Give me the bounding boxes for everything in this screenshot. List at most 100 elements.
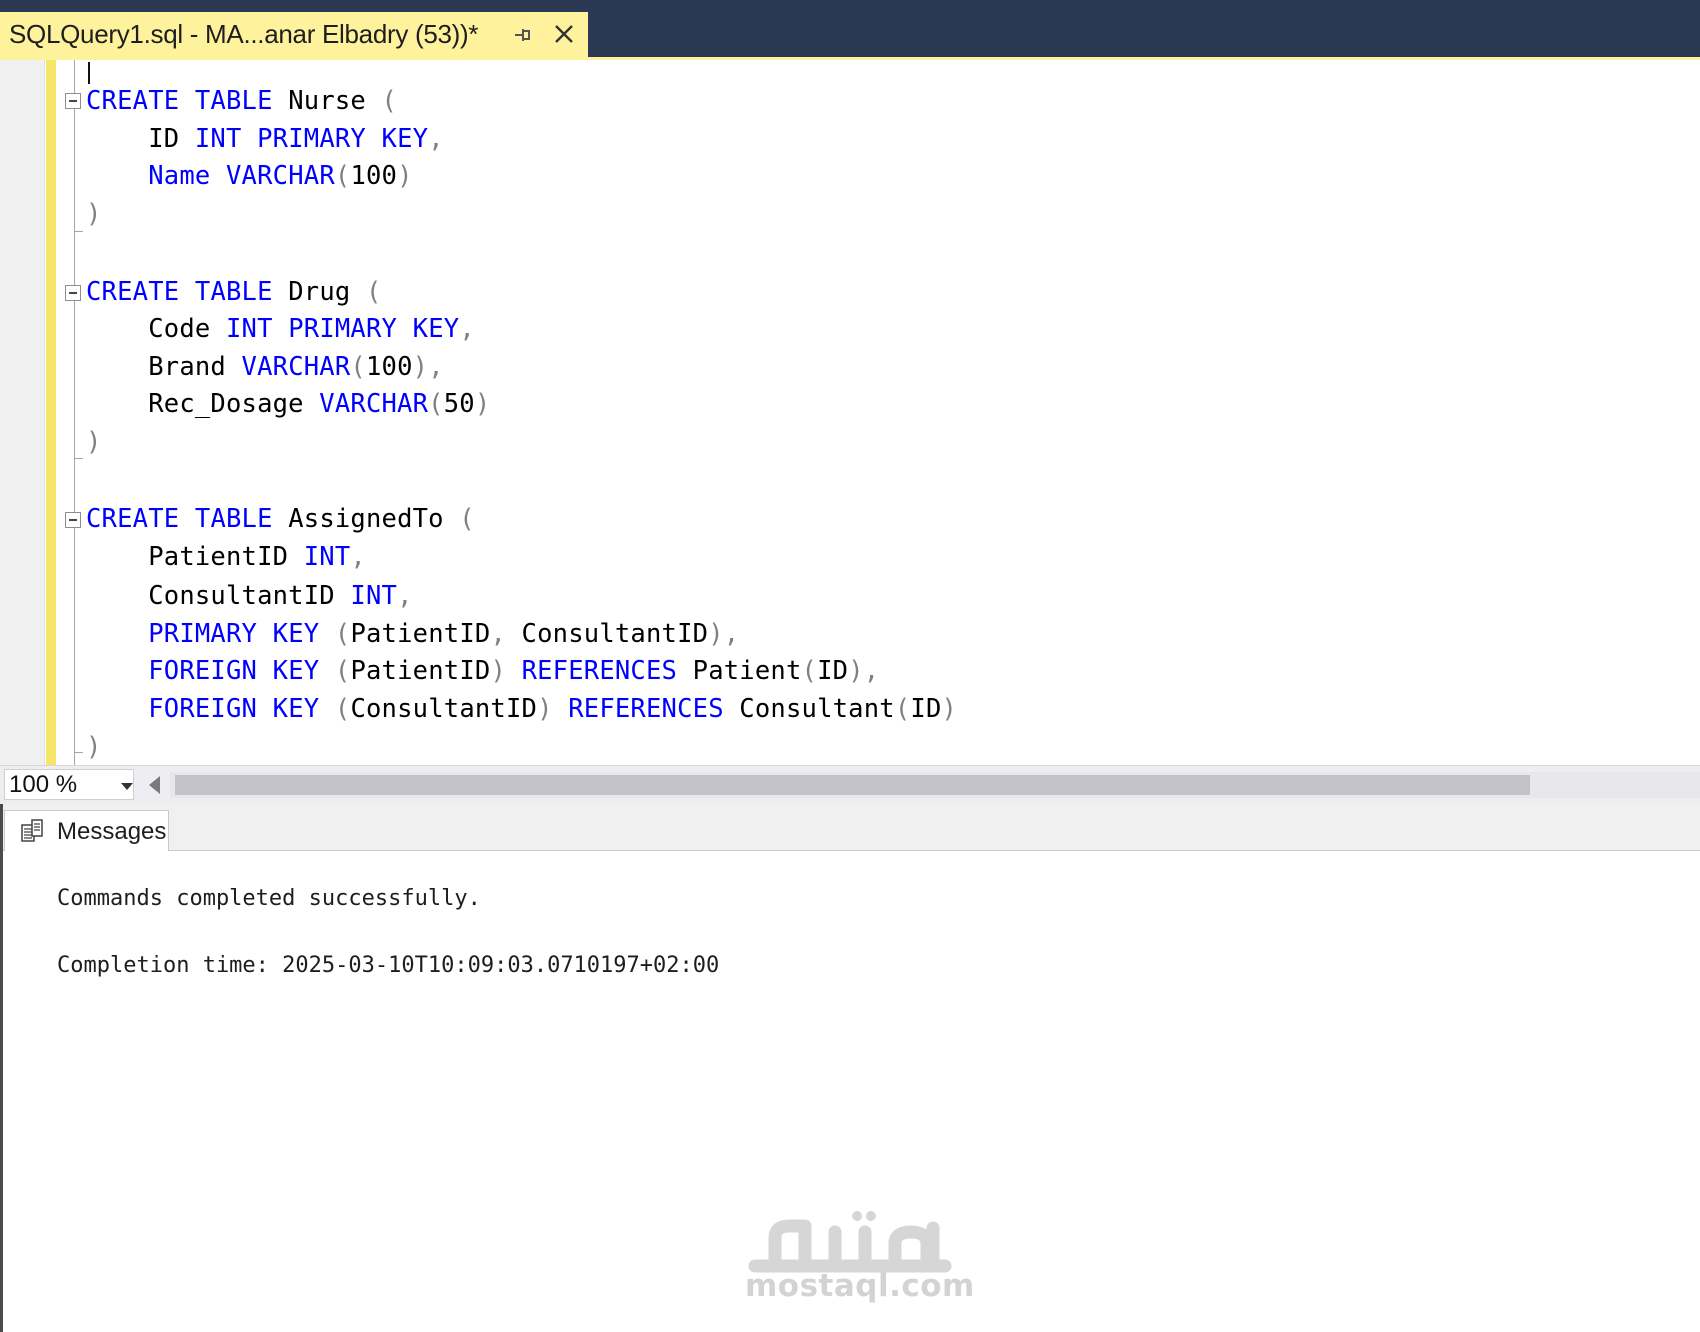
- sql-keyword: INT: [303, 542, 351, 572]
- sql-identifier: [86, 656, 148, 686]
- code-line[interactable]: ID INT PRIMARY KEY,: [86, 121, 444, 157]
- sql-identifier: [257, 656, 273, 686]
- pin-icon[interactable]: [510, 23, 534, 47]
- sql-identifier: 100: [365, 352, 413, 382]
- scroll-left-icon[interactable]: [149, 776, 160, 794]
- sql-punctuation: (: [334, 656, 351, 686]
- sql-keyword: REFERENCES: [521, 656, 678, 686]
- sql-punctuation: (: [428, 389, 444, 419]
- watermark-text: mostaql.com: [745, 1268, 975, 1304]
- code-line[interactable]: PRIMARY KEY (PatientID, ConsultantID),: [86, 616, 739, 652]
- sql-keyword: KEY: [272, 619, 320, 649]
- close-icon[interactable]: [552, 22, 576, 46]
- zoom-dropdown[interactable]: 100 %: [4, 769, 134, 800]
- messages-icon: [21, 819, 43, 842]
- code-line[interactable]: Rec_Dosage VARCHAR(50): [86, 386, 490, 422]
- code-line[interactable]: Brand VARCHAR(100),: [86, 349, 444, 385]
- sql-keyword: VARCHAR: [319, 389, 429, 419]
- sql-keyword: INT: [350, 581, 398, 611]
- sql-keyword: KEY: [272, 656, 320, 686]
- zoom-value: 100 %: [9, 771, 78, 798]
- sql-keyword: PRIMARY: [257, 124, 366, 154]
- messages-tab-label: Messages: [57, 818, 167, 845]
- sql-punctuation: ): [490, 656, 506, 686]
- sql-keyword: CREATE: [86, 86, 180, 116]
- code-line[interactable]: CREATE TABLE Drug (: [86, 274, 382, 310]
- sql-identifier: [319, 656, 335, 686]
- sql-identifier: [273, 314, 289, 344]
- sql-identifier: [210, 161, 226, 191]
- outline-region-end: [74, 458, 83, 459]
- collapse-region-toggle[interactable]: [65, 93, 81, 109]
- sql-identifier: Patient: [677, 656, 802, 686]
- sql-keyword: INT: [194, 124, 242, 154]
- sql-punctuation: ,: [397, 581, 413, 611]
- message-line: Completion time: 2025-03-10T10:09:03.071…: [57, 953, 720, 978]
- outline-region-end: [74, 231, 83, 232]
- sql-identifier: 50: [443, 389, 475, 419]
- code-line[interactable]: Name VARCHAR(100): [86, 158, 413, 194]
- sql-keyword: VARCHAR: [226, 161, 335, 191]
- sql-identifier: [506, 656, 522, 686]
- sql-identifier: PatientID: [350, 619, 491, 649]
- code-line[interactable]: CREATE TABLE Nurse (: [86, 83, 397, 119]
- sql-identifier: Consultant: [723, 694, 895, 724]
- sql-keyword: CREATE: [86, 504, 180, 534]
- sql-identifier: [397, 314, 413, 344]
- editor-status-strip: 100 %: [0, 765, 1700, 805]
- sql-identifier: [553, 694, 569, 724]
- sql-identifier: PatientID: [86, 542, 304, 572]
- outline-guide: [74, 60, 75, 765]
- sql-punctuation: (: [365, 277, 382, 307]
- results-tab-strip: Messages: [0, 804, 1700, 851]
- sql-identifier: [242, 124, 258, 154]
- sql-punctuation: ,: [490, 619, 506, 649]
- query-editor[interactable]: CREATE TABLE Nurse ( ID INT PRIMARY KEY,…: [0, 60, 1700, 765]
- sql-identifier: [366, 124, 382, 154]
- sql-identifier: Nurse: [272, 86, 382, 116]
- collapse-region-toggle[interactable]: [65, 512, 81, 528]
- sql-identifier: 100: [350, 161, 398, 191]
- horizontal-scrollbar-thumb[interactable]: [175, 775, 1530, 795]
- code-line[interactable]: PatientID INT,: [86, 539, 366, 575]
- sql-punctuation: (: [801, 656, 818, 686]
- code-line[interactable]: ): [86, 424, 102, 460]
- dropdown-arrow-icon[interactable]: [121, 783, 133, 790]
- sql-punctuation: (: [381, 86, 398, 116]
- sql-keyword: PRIMARY: [288, 314, 398, 344]
- sql-punctuation: (: [334, 619, 351, 649]
- sql-keyword: FOREIGN: [148, 694, 258, 724]
- code-line[interactable]: ): [86, 196, 102, 232]
- sql-identifier: [86, 694, 148, 724]
- sql-keyword: KEY: [412, 314, 460, 344]
- sql-keyword: TABLE: [194, 277, 273, 307]
- sql-punctuation: ): [397, 161, 413, 191]
- code-line[interactable]: ConsultantID INT,: [86, 578, 413, 614]
- sql-identifier: ID: [86, 124, 195, 154]
- message-line: Commands completed successfully.: [57, 886, 481, 911]
- sql-punctuation: ,: [350, 542, 366, 572]
- sql-identifier: [86, 619, 148, 649]
- text-caret: [88, 62, 90, 84]
- sql-punctuation: (: [894, 694, 911, 724]
- code-line[interactable]: Code INT PRIMARY KEY,: [86, 311, 475, 347]
- sql-punctuation: ): [86, 199, 102, 229]
- code-line[interactable]: FOREIGN KEY (PatientID) REFERENCES Patie…: [86, 653, 879, 689]
- sql-punctuation: ),: [412, 352, 444, 382]
- sql-punctuation: ): [86, 732, 102, 762]
- code-line[interactable]: FOREIGN KEY (ConsultantID) REFERENCES Co…: [86, 691, 957, 727]
- collapse-region-toggle[interactable]: [65, 285, 81, 301]
- code-line[interactable]: ): [86, 729, 102, 765]
- code-line[interactable]: CREATE TABLE AssignedTo (: [86, 501, 475, 537]
- sql-keyword: Name: [148, 161, 211, 191]
- tab-messages[interactable]: Messages: [4, 810, 169, 851]
- sql-keyword: FOREIGN: [148, 656, 258, 686]
- sql-identifier: [179, 504, 195, 534]
- sql-identifier: ConsultantID: [86, 581, 351, 611]
- outline-region-end: [74, 752, 83, 753]
- editor-gutter: [0, 60, 45, 765]
- sql-identifier: Drug: [272, 277, 366, 307]
- sql-keyword: REFERENCES: [568, 694, 724, 724]
- sql-keyword: TABLE: [194, 504, 273, 534]
- document-tab[interactable]: SQLQuery1.sql - MA...anar Elbadry (53))*: [0, 12, 588, 57]
